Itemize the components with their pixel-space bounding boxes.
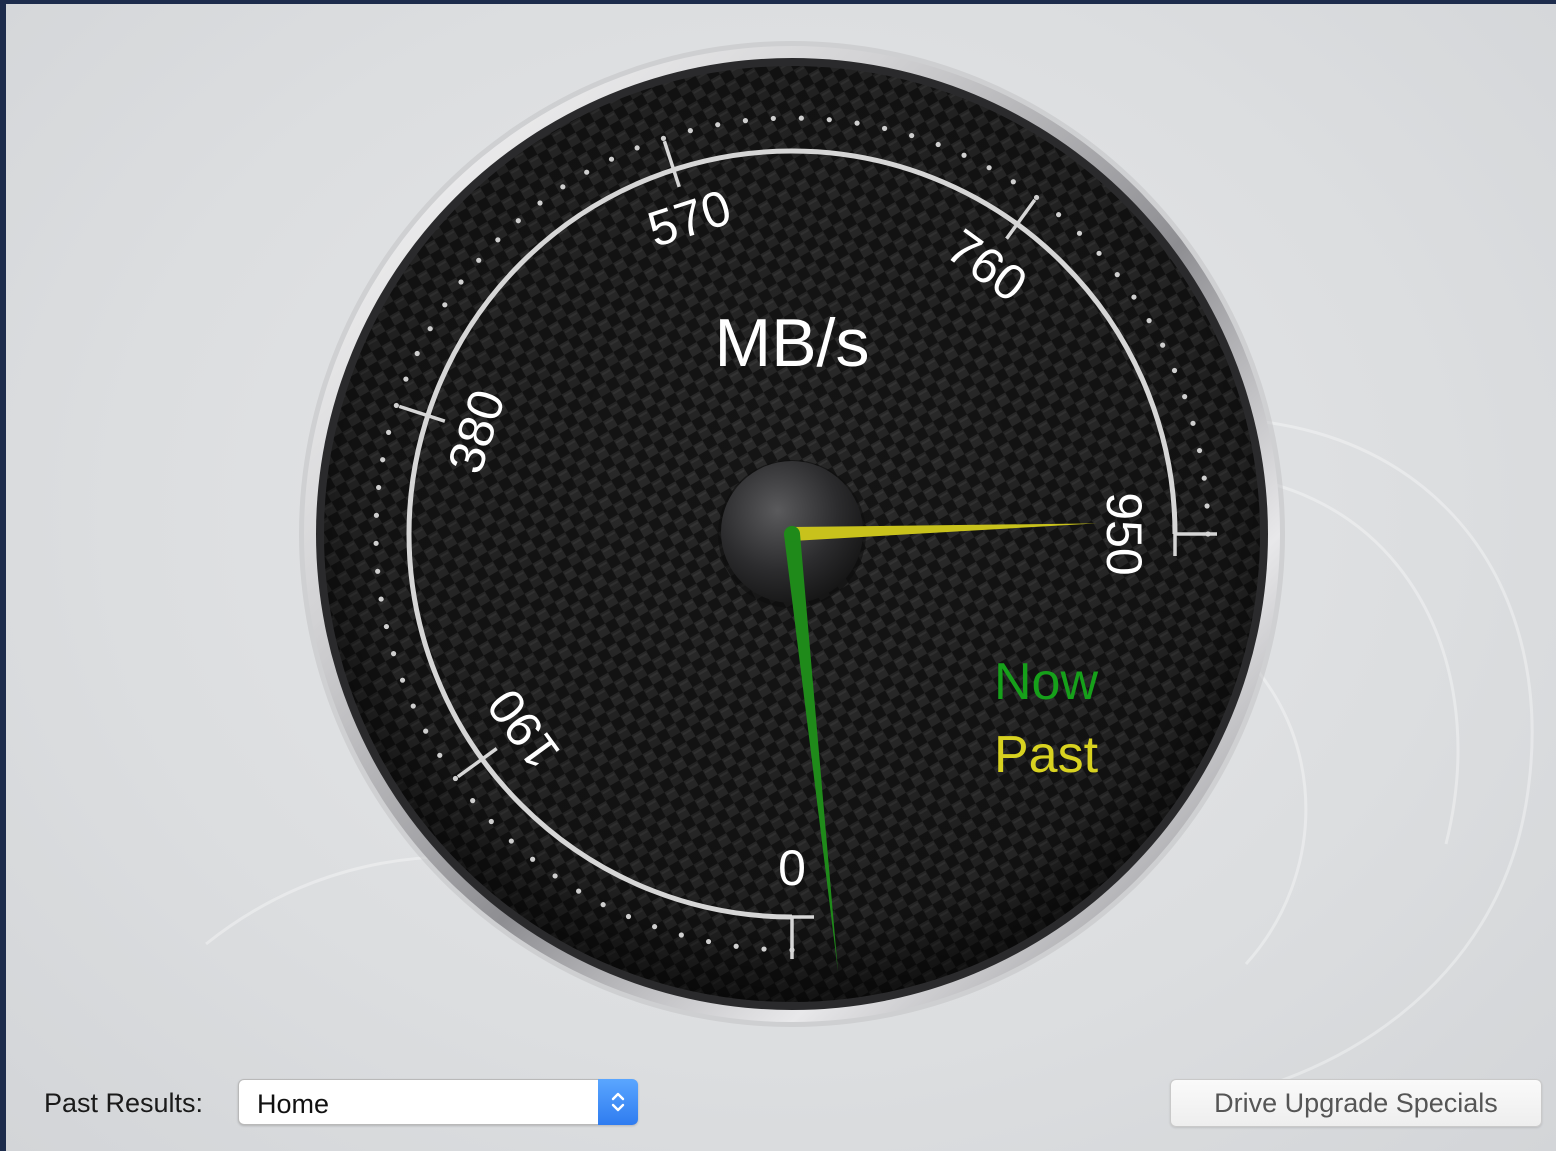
gauge-minor-dot	[1171, 367, 1178, 374]
gauge-minor-dot	[1182, 394, 1188, 400]
gauge-minor-dot	[508, 838, 514, 844]
gauge-minor-dot	[1190, 420, 1196, 426]
gauge-minor-dot	[452, 775, 459, 782]
gauge-minor-dot	[576, 888, 582, 894]
gauge-minor-dot	[881, 125, 888, 132]
gauge-minor-dot	[705, 938, 712, 945]
gauge-minor-dot	[600, 902, 606, 908]
gauge-minor-dot	[986, 165, 992, 171]
gauge-minor-dot	[1204, 503, 1210, 509]
gauge-minor-dot	[761, 946, 767, 952]
gauge-minor-dot	[437, 752, 443, 758]
gauge-minor-dot	[1146, 318, 1152, 324]
gauge-minor-dot	[515, 218, 521, 224]
gauge-minor-dot	[530, 856, 536, 862]
gauge-minor-dot	[742, 118, 749, 124]
gauge-minor-dot	[375, 568, 381, 574]
gauge-minor-dot	[414, 350, 420, 357]
gauge-minor-dot	[378, 596, 384, 602]
legend-past-label: Past	[994, 726, 1099, 784]
gauge-minor-dot	[961, 152, 967, 158]
gauge-minor-dot	[1096, 250, 1102, 256]
gauge-minor-dot	[935, 141, 941, 148]
gauge-unit-label: MB/s	[715, 305, 870, 381]
gauge-minor-dot	[442, 302, 448, 308]
gauge-minor-dot	[854, 120, 860, 126]
gauge-minor-dot	[427, 326, 433, 332]
gauge-minor-dot	[393, 402, 399, 409]
gauge-minor-dot	[715, 122, 721, 128]
app-window: 0 190 380 570 760 950 MB/s Now Past Past Resu…	[0, 0, 1556, 1151]
gauge-tick-label: 950	[1096, 492, 1152, 575]
select-stepper[interactable]	[598, 1079, 638, 1125]
gauge-minor-dot	[770, 115, 776, 122]
gauge-minor-dot	[1131, 294, 1137, 300]
gauge-minor-dot	[1010, 179, 1016, 185]
gauge-minor-dot	[537, 200, 543, 206]
gauge-minor-dot	[678, 932, 684, 938]
legend-now-label: Now	[994, 653, 1098, 711]
gauge-minor-dot	[826, 117, 832, 123]
gauge-minor-dot	[410, 703, 416, 709]
gauge-minor-dot	[476, 257, 482, 263]
gauge-minor-dot	[1114, 272, 1120, 278]
chevron-up-down-icon	[611, 1092, 625, 1112]
gauge-tick-label: 0	[778, 840, 806, 896]
gauge-minor-dot	[1056, 212, 1062, 218]
gauge-minor-dot	[386, 429, 392, 435]
gauge-minor-dot	[423, 728, 429, 734]
bottom-bar: Past Results: Home Drive Upgrade Special…	[6, 1064, 1556, 1151]
gauge-minor-dot	[584, 169, 590, 175]
gauge-minor-dot	[399, 677, 406, 683]
gauge-minor-dot	[660, 135, 667, 141]
gauge-minor-dot	[458, 279, 464, 285]
gauge-minor-dot	[390, 651, 397, 657]
past-results-select-value: Home	[257, 1089, 330, 1119]
gauge-minor-dot	[1076, 230, 1083, 236]
gauge-minor-dot	[634, 145, 640, 151]
gauge-minor-dot	[1033, 194, 1040, 201]
gauge-minor-dot	[1196, 447, 1203, 454]
gauge-minor-dot	[383, 623, 390, 630]
gauge-minor-dot	[488, 818, 494, 825]
gauge-minor-dot	[608, 156, 615, 162]
gauge-minor-dot	[470, 798, 476, 804]
past-results-select[interactable]: Home	[238, 1079, 638, 1125]
gauge-minor-dot	[1201, 475, 1207, 481]
gauge-minor-dot	[652, 924, 658, 930]
gauge-minor-dot	[733, 943, 739, 949]
past-results-label: Past Results:	[44, 1088, 204, 1118]
gauge-minor-dot	[625, 913, 632, 920]
gauge-minor-dot	[1160, 342, 1166, 348]
gauge-minor-dot	[495, 237, 501, 243]
drive-upgrade-specials-button[interactable]: Drive Upgrade Specials	[1170, 1079, 1542, 1127]
gauge-minor-dot	[687, 128, 693, 134]
gauge-minor-dot	[560, 184, 566, 190]
gauge-minor-dot	[403, 376, 409, 382]
gauge-minor-dot	[380, 457, 386, 463]
gauge-minor-dot	[376, 484, 382, 491]
gauge-minor-dot	[552, 873, 558, 879]
gauge-minor-dot	[373, 540, 379, 546]
speed-gauge: 0190380570 760950 MB/s Now Past	[299, 41, 1285, 1027]
needle-pivot	[784, 526, 800, 542]
gauge-minor-dot	[909, 132, 915, 139]
gauge-minor-dot	[373, 512, 380, 518]
gauge-minor-dot	[798, 115, 804, 121]
